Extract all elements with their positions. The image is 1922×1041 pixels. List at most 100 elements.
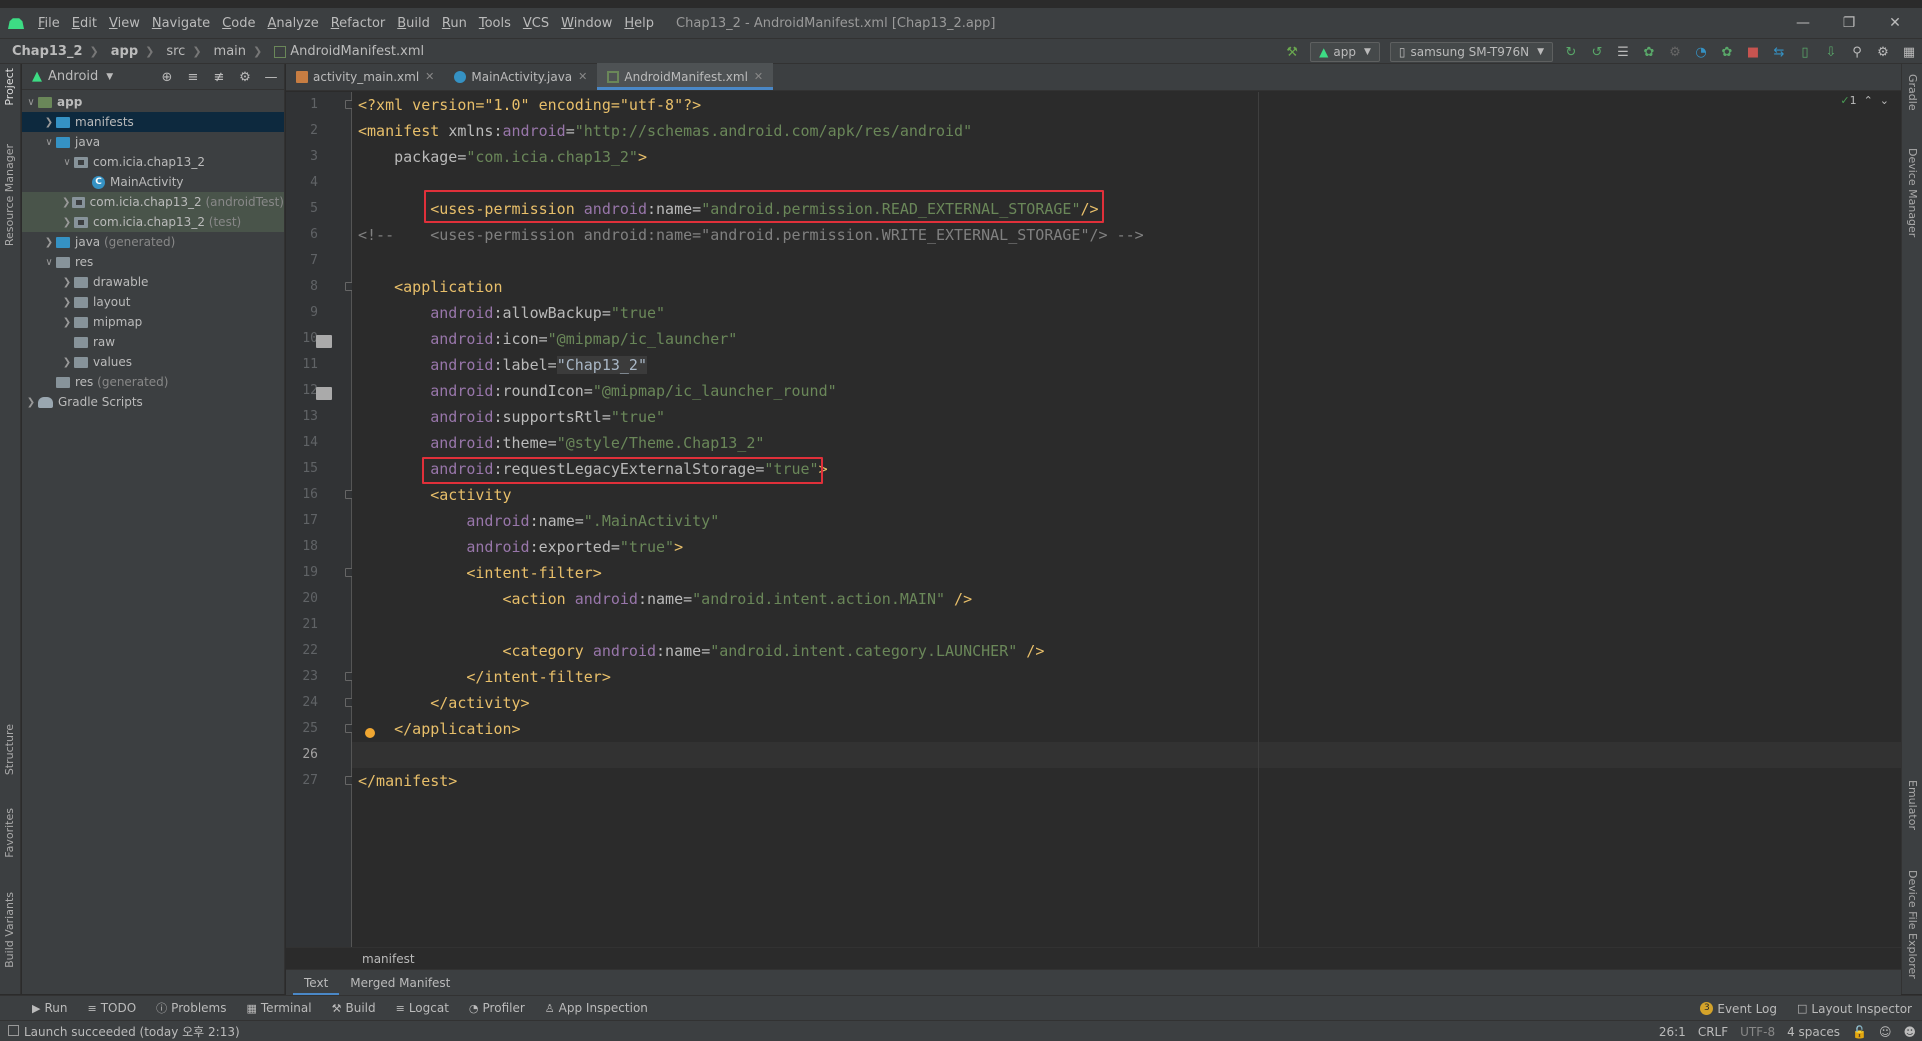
tab-text[interactable]: Text xyxy=(293,970,340,996)
coverage-icon[interactable]: ☰ xyxy=(1610,41,1636,63)
menu-view[interactable]: View xyxy=(103,16,146,31)
menu-file[interactable]: File xyxy=(32,16,66,31)
stripe-device-file-explorer-tab[interactable]: Device File Explorer xyxy=(1906,870,1919,979)
menu-help[interactable]: Help xyxy=(618,16,660,31)
tree-node-res-generated[interactable]: res (generated) xyxy=(22,372,284,392)
menu-run[interactable]: Run xyxy=(436,16,473,31)
file-encoding[interactable]: UTF-8 xyxy=(1734,1025,1781,1039)
tab-mainactivity-java[interactable]: MainActivity.java ✕ xyxy=(444,63,597,90)
tree-node-res[interactable]: ∨ res xyxy=(22,252,284,272)
chevron-right-icon[interactable]: ❯ xyxy=(60,197,72,208)
close-icon[interactable]: ✕ xyxy=(754,70,763,83)
crumb-project[interactable]: Chap13_2 ❯ xyxy=(0,44,99,59)
indent-setting[interactable]: 4 spaces xyxy=(1781,1025,1846,1039)
stripe-favorites-tab[interactable]: Favorites xyxy=(3,808,16,858)
tree-node-values[interactable]: ❯ values xyxy=(22,352,284,372)
device-manager-icon[interactable]: ▯ xyxy=(1792,41,1818,63)
tab-merged-manifest[interactable]: Merged Manifest xyxy=(339,970,461,996)
attach-debugger-icon[interactable]: ✿ xyxy=(1714,41,1740,63)
smiley-feedback-icon[interactable]: ☺ xyxy=(1873,1025,1898,1039)
breadcrumb-manifest[interactable]: manifest xyxy=(362,952,415,966)
chevron-right-icon[interactable]: ❯ xyxy=(60,217,74,228)
apply-changes-icon[interactable]: ↺ xyxy=(1584,41,1610,63)
lock-icon[interactable]: 🔓 xyxy=(1846,1025,1873,1039)
tree-node-mainactivity[interactable]: C MainActivity xyxy=(22,172,284,192)
toolwindow-app-inspection[interactable]: ♙ App Inspection xyxy=(535,1001,658,1015)
crumb-src[interactable]: src ❯ xyxy=(154,44,201,59)
chevron-right-icon[interactable]: ❯ xyxy=(60,317,74,328)
caret-position[interactable]: 26:1 xyxy=(1653,1025,1692,1039)
menu-refactor[interactable]: Refactor xyxy=(325,16,392,31)
make-project-hammer-icon[interactable]: ⚒ xyxy=(1279,41,1305,63)
menu-edit[interactable]: Edit xyxy=(66,16,103,31)
toggle-tool-windows-icon[interactable] xyxy=(8,1025,19,1036)
stripe-build-variants-tab[interactable]: Build Variants xyxy=(3,892,16,968)
profile-avatar-icon[interactable]: ▦ xyxy=(1896,41,1922,63)
project-view-selector[interactable]: Android xyxy=(48,69,98,84)
tree-node-java[interactable]: ∨ java xyxy=(22,132,284,152)
tree-node-mipmap[interactable]: ❯ mipmap xyxy=(22,312,284,332)
search-icon[interactable]: ⚲ xyxy=(1844,41,1870,63)
debug-icon[interactable]: ✿ xyxy=(1636,41,1662,63)
image-preview-icon[interactable] xyxy=(316,387,332,400)
crumb-main[interactable]: main ❯ xyxy=(202,44,263,59)
minimize-icon[interactable]: — xyxy=(1780,8,1826,38)
dropdown-arrow-icon[interactable]: ▼ xyxy=(106,72,113,82)
tree-node-layout[interactable]: ❯ layout xyxy=(22,292,284,312)
chevron-right-icon[interactable]: ❯ xyxy=(42,117,56,128)
profile-icon[interactable]: ◔ xyxy=(1688,41,1714,63)
toolwindow-layout-inspector[interactable]: □ Layout Inspector xyxy=(1787,1002,1922,1016)
toolwindow-build[interactable]: ⚒ Build xyxy=(322,1001,386,1015)
run-with-coverage-icon[interactable]: ⚙ xyxy=(1662,41,1688,63)
stripe-project-tab[interactable]: Project xyxy=(3,68,16,106)
stop-icon[interactable]: ■ xyxy=(1740,41,1766,63)
tab-androidmanifest-xml[interactable]: AndroidManifest.xml ✕ xyxy=(597,63,774,90)
status-message[interactable]: Launch succeeded (today 오후 2:13) xyxy=(0,1023,240,1040)
tree-node-drawable[interactable]: ❯ drawable xyxy=(22,272,284,292)
gear-icon[interactable]: ⚙ xyxy=(232,66,258,88)
chevron-down-icon[interactable]: ∨ xyxy=(42,257,56,268)
inspector-face-icon[interactable]: ☻ xyxy=(1897,1025,1922,1039)
chevron-right-icon[interactable]: ❯ xyxy=(60,277,74,288)
rerun-icon[interactable]: ↻ xyxy=(1558,41,1584,63)
toolwindow-problems[interactable]: ⓘ Problems xyxy=(146,1000,236,1016)
stripe-device-manager-tab[interactable]: Device Manager xyxy=(1906,148,1919,237)
menu-code[interactable]: Code xyxy=(216,16,261,31)
tree-node-gradle-scripts[interactable]: ❯ Gradle Scripts xyxy=(22,392,284,412)
chevron-down-icon[interactable]: ∨ xyxy=(60,157,74,168)
menu-navigate[interactable]: Navigate xyxy=(146,16,216,31)
toolwindow-run[interactable]: ▶ Run xyxy=(22,1001,77,1015)
tree-node-package[interactable]: ∨ com.icia.chap13_2 xyxy=(22,152,284,172)
tree-node-raw[interactable]: raw xyxy=(22,332,284,352)
sync-gradle-icon[interactable]: ⇆ xyxy=(1766,41,1792,63)
expand-all-icon[interactable]: ≡ xyxy=(180,66,206,88)
stripe-gradle-tab[interactable]: Gradle xyxy=(1906,74,1919,111)
inspection-widget[interactable]: ✓1 ⌃ ⌄ xyxy=(1840,94,1889,107)
stripe-structure-tab[interactable]: Structure xyxy=(3,724,16,775)
crumb-file[interactable]: AndroidManifest.xml xyxy=(262,44,424,59)
menu-window[interactable]: Window xyxy=(555,16,618,31)
tree-node-manifests[interactable]: ❯ manifests xyxy=(22,112,284,132)
stripe-resource-manager-tab[interactable]: Resource Manager xyxy=(3,144,16,246)
tree-node-java-generated[interactable]: ❯ java (generated) xyxy=(22,232,284,252)
chevron-right-icon[interactable]: ❯ xyxy=(24,397,38,408)
close-icon[interactable]: ✕ xyxy=(1872,8,1918,38)
locate-target-icon[interactable]: ⊕ xyxy=(154,66,180,88)
chevron-right-icon[interactable]: ❯ xyxy=(42,237,56,248)
restore-icon[interactable]: ❐ xyxy=(1826,8,1872,38)
crumb-module[interactable]: app ❯ xyxy=(99,44,155,59)
chevron-right-icon[interactable]: ❯ xyxy=(60,297,74,308)
menu-analyze[interactable]: Analyze xyxy=(261,16,324,31)
toolwindow-terminal[interactable]: ▦ Terminal xyxy=(236,1001,321,1015)
tree-node-app[interactable]: ∨ app xyxy=(22,92,284,112)
chevron-right-icon[interactable]: ❯ xyxy=(60,357,74,368)
tree-node-package-androidtest[interactable]: ❯ com.icia.chap13_2 (androidTest) xyxy=(22,192,284,212)
toolwindow-profiler[interactable]: ◔ Profiler xyxy=(459,1001,535,1015)
menu-tools[interactable]: Tools xyxy=(473,16,517,31)
chevron-down-icon[interactable]: ∨ xyxy=(24,97,38,108)
toolwindow-event-log[interactable]: 3 Event Log xyxy=(1690,1002,1787,1016)
tab-activity-main-xml[interactable]: activity_main.xml ✕ xyxy=(286,63,444,90)
image-preview-icon[interactable] xyxy=(316,335,332,348)
sdk-manager-icon[interactable]: ⇩ xyxy=(1818,41,1844,63)
settings-icon[interactable]: ⚙ xyxy=(1870,41,1896,63)
